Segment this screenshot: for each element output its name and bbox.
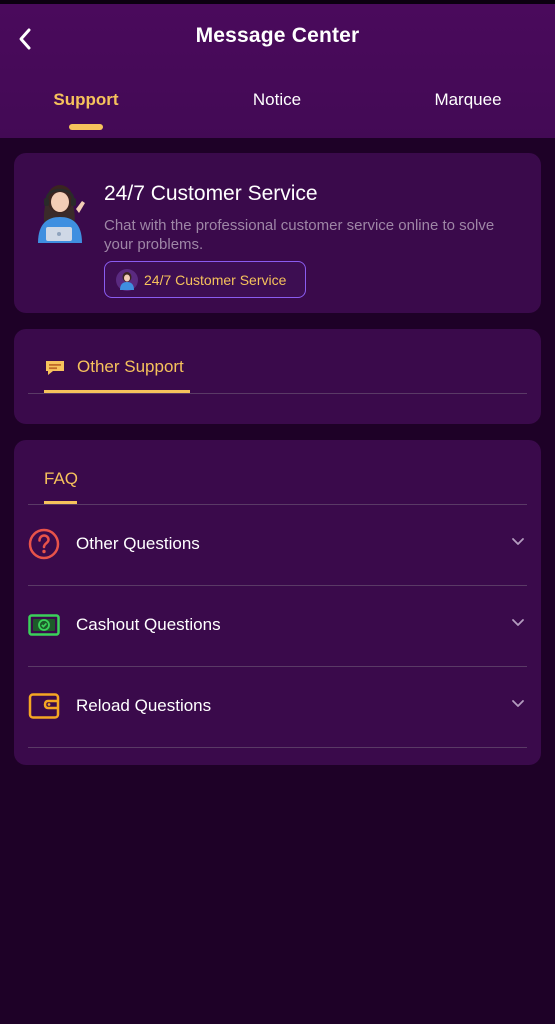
divider <box>28 393 527 394</box>
customer-service-description: Chat with the professional customer serv… <box>104 217 495 253</box>
faq-item-other-questions[interactable]: Other Questions <box>28 505 527 586</box>
other-support-label: Other Support <box>77 357 184 376</box>
chat-bubble-icon <box>46 361 64 375</box>
tab-notice[interactable]: Notice <box>207 90 347 138</box>
chevron-down-icon <box>512 700 524 707</box>
cash-icon <box>28 614 60 636</box>
tab-marquee[interactable]: Marquee <box>398 90 538 138</box>
wallet-icon <box>28 693 60 719</box>
tab-support-label: Support <box>53 90 119 109</box>
tab-notice-label: Notice <box>252 90 302 109</box>
faq-item-label: Other Questions <box>76 534 200 553</box>
tab-marquee-label: Marquee <box>434 90 502 109</box>
customer-service-title: 24/7 Customer Service <box>104 182 318 205</box>
faq-item-cashout-questions[interactable]: Cashout Questions <box>28 586 527 667</box>
tab-active-indicator <box>69 124 103 130</box>
question-circle-icon <box>28 528 60 560</box>
faq-item-reload-questions[interactable]: Reload Questions <box>28 667 527 748</box>
other-support-tab[interactable]: Other Support <box>44 357 190 393</box>
support-agent-avatar <box>38 185 85 243</box>
customer-service-button[interactable]: 24/7 Customer Service <box>104 261 306 298</box>
tab-bar: Support Notice Marquee <box>0 90 555 138</box>
customer-service-card: 24/7 Customer Service Chat with the prof… <box>14 153 541 313</box>
faq-item-label: Cashout Questions <box>76 615 221 634</box>
header: Message Center Support Notice Marquee <box>0 4 555 138</box>
chevron-down-icon <box>512 538 524 545</box>
customer-service-button-label: 24/7 Customer Service <box>144 271 287 288</box>
other-support-card: Other Support <box>14 329 541 424</box>
faq-card: FAQ Other Questions Cashout Questions Re… <box>14 440 541 765</box>
divider <box>28 747 527 748</box>
chevron-down-icon <box>512 619 524 626</box>
message-center-screen: Message Center Support Notice Marquee 24… <box>0 0 555 1024</box>
tab-support[interactable]: Support <box>16 90 156 138</box>
faq-item-label: Reload Questions <box>76 696 212 715</box>
page-title: Message Center <box>195 24 360 47</box>
faq-title: FAQ <box>44 469 79 488</box>
support-agent-avatar-small <box>116 268 138 291</box>
